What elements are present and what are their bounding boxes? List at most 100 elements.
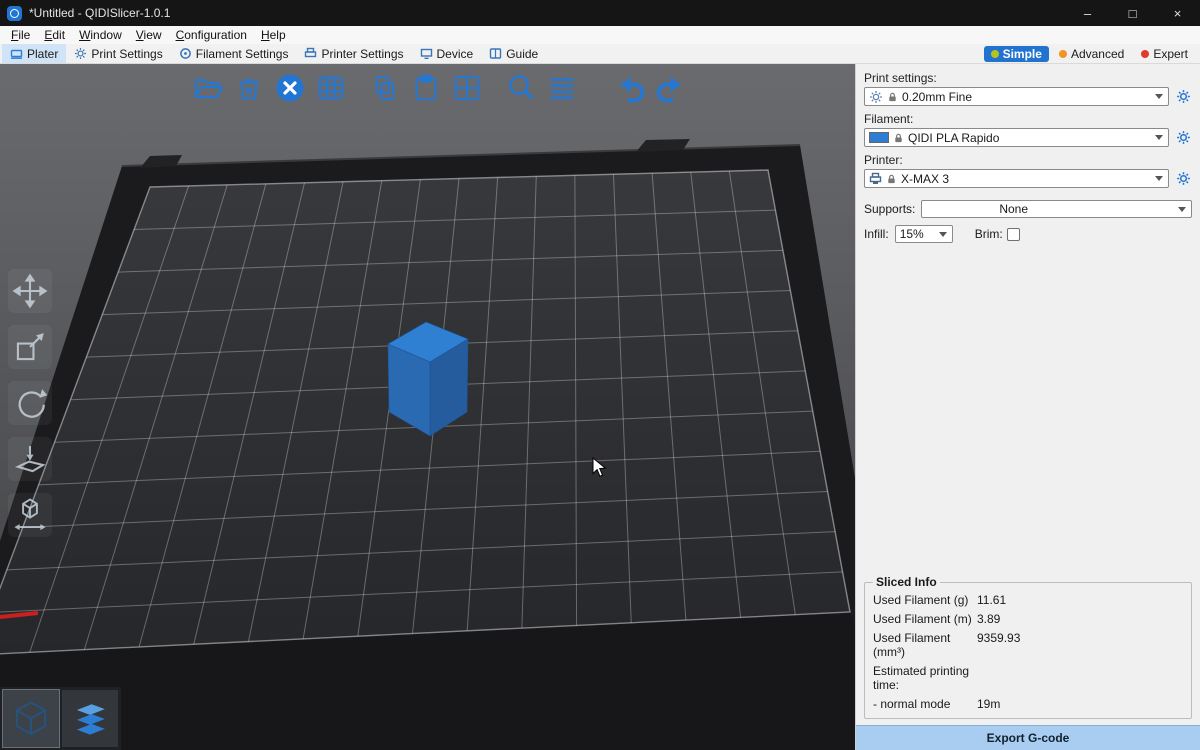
rotate-button[interactable]: [8, 381, 52, 425]
paste-button[interactable]: [408, 70, 444, 106]
sliced-info-row: Used Filament (mm³)9359.93: [871, 628, 1185, 661]
variable-layer-height-button[interactable]: [544, 70, 580, 106]
sliced-layers-icon: [67, 697, 113, 741]
lock-icon: [893, 132, 904, 144]
minimize-button[interactable]: –: [1065, 0, 1110, 26]
preview-view-button[interactable]: [62, 690, 118, 747]
infill-combo[interactable]: 15%: [895, 225, 953, 243]
dropdown-arrow-icon: [1155, 135, 1163, 140]
gear-icon: [1176, 89, 1191, 104]
close-button[interactable]: ×: [1155, 0, 1200, 26]
place-on-face-button[interactable]: [8, 437, 52, 481]
menu-file[interactable]: File: [4, 28, 37, 42]
scale-button[interactable]: [8, 325, 52, 369]
measure-icon: [11, 496, 49, 534]
tab-plater[interactable]: Plater: [2, 44, 66, 63]
delete-all-icon: [274, 72, 306, 104]
menu-help[interactable]: Help: [254, 28, 293, 42]
move-button[interactable]: [8, 269, 52, 313]
sliced-info-row: Estimated printing time:: [871, 661, 1185, 694]
print-settings-gear-button[interactable]: [1175, 88, 1192, 105]
filament-color-swatch: [869, 132, 889, 143]
tab-guide[interactable]: Guide: [481, 44, 546, 63]
dropdown-arrow-icon: [1178, 207, 1186, 212]
sliced-info-row: Used Filament (m)3.89: [871, 609, 1185, 628]
profile-gear-icon: [869, 90, 883, 104]
guide-icon: [489, 47, 502, 60]
arrange-icon: [316, 73, 346, 103]
mode-simple[interactable]: Simple: [984, 46, 1049, 62]
redo-button[interactable]: [653, 70, 689, 106]
dropdown-arrow-icon: [939, 232, 947, 237]
window-title: *Untitled - QIDISlicer-1.0.1: [29, 6, 170, 20]
tab-print-settings[interactable]: Print Settings: [66, 44, 170, 63]
tab-device[interactable]: Device: [412, 44, 482, 63]
menu-window[interactable]: Window: [72, 28, 129, 42]
tab-filament-settings[interactable]: Filament Settings: [171, 44, 297, 63]
delete-all-button[interactable]: [272, 70, 308, 106]
printer-combo[interactable]: X-MAX 3: [864, 169, 1169, 188]
sidebar-spacer: [864, 243, 1192, 575]
arrange-button[interactable]: [313, 70, 349, 106]
mode-expert[interactable]: Expert: [1134, 46, 1195, 62]
printer-icon: [869, 172, 882, 185]
app-window: *Untitled - QIDISlicer-1.0.1 – □ × FileE…: [0, 0, 1200, 750]
app-logo-icon: [7, 6, 22, 21]
sliced-info-panel: Sliced Info Used Filament (g)11.61Used F…: [864, 575, 1192, 719]
view-toggle-panel: [0, 687, 121, 750]
menu-bar: FileEditWindowViewConfigurationHelp: [0, 26, 1200, 44]
lock-icon: [886, 173, 897, 185]
filament-label: Filament:: [864, 112, 1192, 126]
place-on-face-icon: [11, 440, 49, 478]
cube-3d-icon: [9, 697, 53, 741]
trash-icon: [234, 73, 264, 103]
gear-icon: [1176, 171, 1191, 186]
tab-printer-settings[interactable]: Printer Settings: [296, 44, 411, 63]
viewport-3d[interactable]: [0, 64, 855, 750]
filament-combo[interactable]: QIDI PLA Rapido: [864, 128, 1169, 147]
delete-button[interactable]: [231, 70, 267, 106]
brim-checkbox[interactable]: [1007, 228, 1020, 241]
measure-button[interactable]: [8, 493, 52, 537]
brim-label: Brim:: [975, 227, 1003, 241]
lock-icon: [887, 91, 898, 103]
menu-view[interactable]: View: [129, 28, 169, 42]
undo-button[interactable]: [612, 70, 648, 106]
sidebar: Print settings: 0.20mm Fine Filament:: [855, 64, 1200, 750]
device-icon: [420, 47, 433, 60]
dropdown-arrow-icon: [1155, 176, 1163, 181]
tab-bar: Plater Print Settings Filament Settings …: [0, 44, 1200, 64]
export-gcode-button[interactable]: Export G-code: [856, 725, 1200, 750]
filament-icon: [179, 47, 192, 60]
advanced-dot-icon: [1059, 50, 1067, 58]
printer-gear-button[interactable]: [1175, 170, 1192, 187]
menu-configuration[interactable]: Configuration: [169, 28, 254, 42]
rotate-icon: [11, 384, 49, 422]
copy-icon: [370, 73, 400, 103]
layers-icon: [547, 73, 577, 103]
menu-edit[interactable]: Edit: [37, 28, 72, 42]
split-view-icon: [452, 73, 482, 103]
gear-icon: [1176, 130, 1191, 145]
mode-advanced[interactable]: Advanced: [1052, 46, 1131, 62]
split-view-button[interactable]: [449, 70, 485, 106]
sliced-info-rows: Used Filament (g)11.61Used Filament (m)3…: [871, 590, 1185, 713]
gear-icon: [74, 47, 87, 60]
open-folder-icon: [192, 72, 224, 104]
mode-switcher: Simple Advanced Expert: [984, 46, 1200, 62]
editor-view-button[interactable]: [3, 690, 59, 747]
filament-gear-button[interactable]: [1175, 129, 1192, 146]
infill-label: Infill:: [864, 227, 889, 241]
print-settings-combo[interactable]: 0.20mm Fine: [864, 87, 1169, 106]
copy-button[interactable]: [367, 70, 403, 106]
sliced-info-row: - normal mode19m: [871, 694, 1185, 713]
title-bar: *Untitled - QIDISlicer-1.0.1 – □ ×: [0, 0, 1200, 26]
search-icon: [505, 72, 537, 104]
search-button[interactable]: [503, 70, 539, 106]
expert-dot-icon: [1141, 50, 1149, 58]
maximize-button[interactable]: □: [1110, 0, 1155, 26]
open-file-button[interactable]: [190, 70, 226, 106]
dropdown-arrow-icon: [1155, 94, 1163, 99]
supports-combo[interactable]: None: [921, 200, 1192, 218]
supports-label: Supports:: [864, 202, 915, 216]
